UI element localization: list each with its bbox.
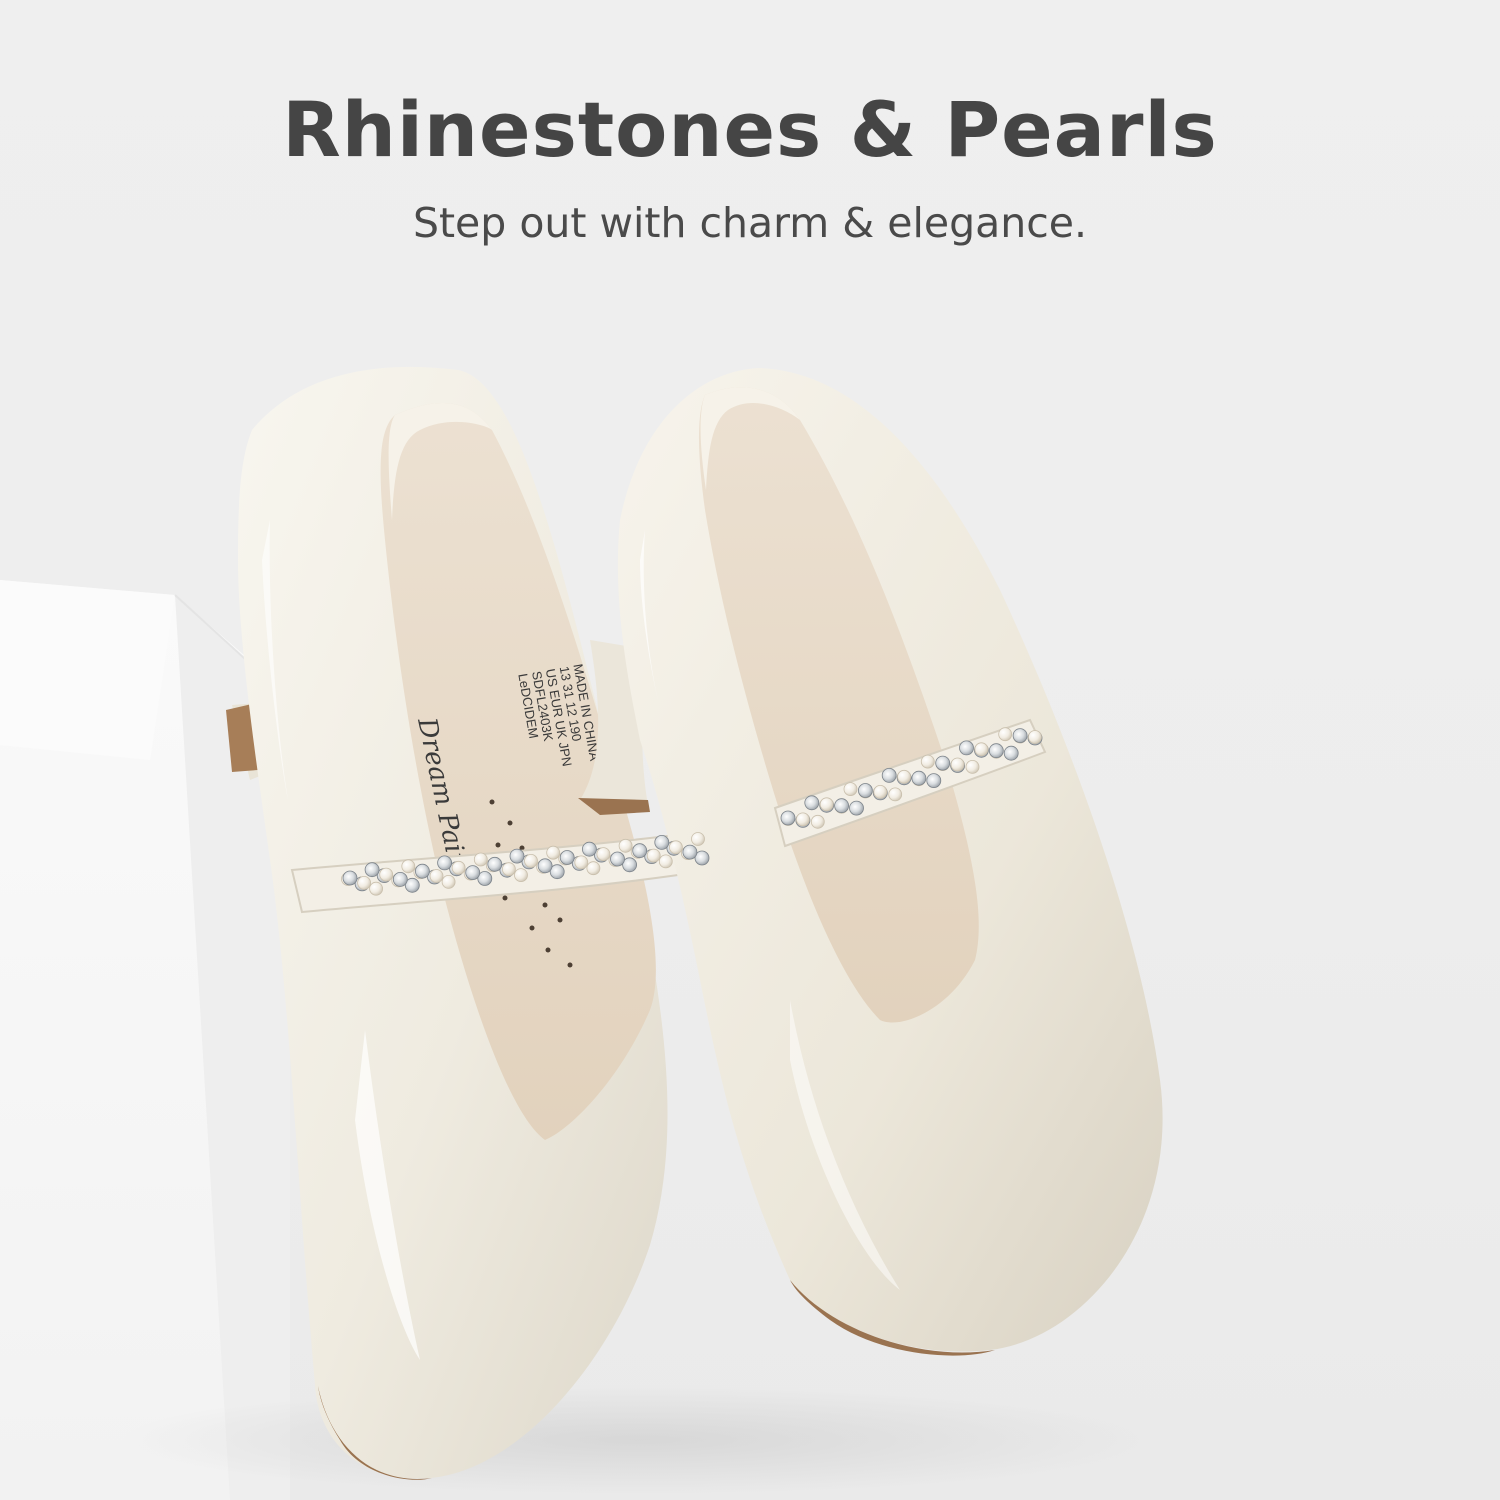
rhinestone-bead — [509, 848, 525, 864]
product-banner: Dream Pairs SDFL2403K US EUR UK JPN 13 3… — [0, 0, 1500, 1500]
rhinestone-bead — [342, 870, 358, 886]
pearl-bead — [429, 869, 444, 883]
pearl-bead — [379, 867, 394, 882]
pearl-bead — [586, 861, 601, 876]
rhinestone-bead — [988, 743, 1004, 759]
pearl-bead — [357, 876, 372, 890]
pearl-bead — [843, 782, 858, 796]
pearl-bead — [819, 797, 834, 812]
pearl-bead — [401, 859, 416, 874]
rhinestone-bead — [487, 856, 503, 872]
rhinestone-bead — [1012, 728, 1028, 743]
rhinestone-bead — [437, 855, 453, 871]
rhinestone-bead — [392, 872, 408, 887]
rhinestone-bead — [610, 851, 625, 867]
rhinestone-bead — [911, 770, 927, 786]
pearl-bead — [1028, 730, 1042, 744]
pearl-bead — [658, 854, 673, 869]
pearl-bead — [524, 854, 538, 868]
pearl-bead — [596, 847, 611, 861]
pearl-bead — [897, 769, 911, 784]
pearl-bead — [646, 848, 661, 863]
pearl-bead — [873, 785, 888, 799]
pearl-bead — [369, 881, 384, 896]
rhinestone-bead — [465, 865, 481, 880]
rhinestone-bead — [849, 800, 864, 816]
rhinestone-bead — [834, 798, 849, 814]
rhinestone-bead — [780, 810, 796, 826]
pearl-bead — [796, 812, 810, 827]
pearl-bead — [514, 868, 528, 882]
page-title: Rhinestones & Pearls — [282, 85, 1218, 174]
rhinestone-bead — [959, 740, 974, 756]
rhinestone-bead — [364, 862, 380, 878]
pearl-bead — [888, 787, 903, 802]
rhinestone-bead — [537, 858, 553, 874]
rhinestone-bead — [682, 844, 698, 860]
pearl-bead — [441, 875, 456, 889]
pearl-bead — [965, 760, 980, 774]
pearl-bead — [451, 860, 466, 875]
rhinestone-bead — [414, 863, 430, 879]
rhinestone-bead — [654, 835, 670, 850]
pearl-bead — [974, 742, 989, 757]
rhinestone-bead — [881, 768, 897, 783]
rhinestone-bead — [858, 783, 873, 798]
pearl-bead — [950, 757, 965, 772]
pearl-bead — [691, 832, 705, 846]
pearl-bead — [501, 862, 516, 877]
page-subtitle: Step out with charm & elegance. — [412, 199, 1088, 247]
rhinestone-bead — [1003, 745, 1019, 761]
pearl-bead — [473, 852, 488, 867]
pearl-bead — [546, 845, 561, 860]
rhinestone-bead — [926, 773, 942, 788]
rhinestone-bead — [935, 755, 951, 771]
pearl-bead — [574, 855, 589, 870]
pearl-bead — [618, 838, 633, 853]
pearl-bead — [920, 754, 935, 769]
rhinestone-bead — [632, 843, 648, 859]
pearl-bead — [669, 840, 683, 855]
pearl-bead — [998, 727, 1013, 742]
rhinestone-bead — [559, 850, 575, 865]
pearl-bead — [810, 814, 825, 829]
rhinestone-bead — [804, 795, 820, 811]
rhinestone-bead — [582, 841, 597, 857]
